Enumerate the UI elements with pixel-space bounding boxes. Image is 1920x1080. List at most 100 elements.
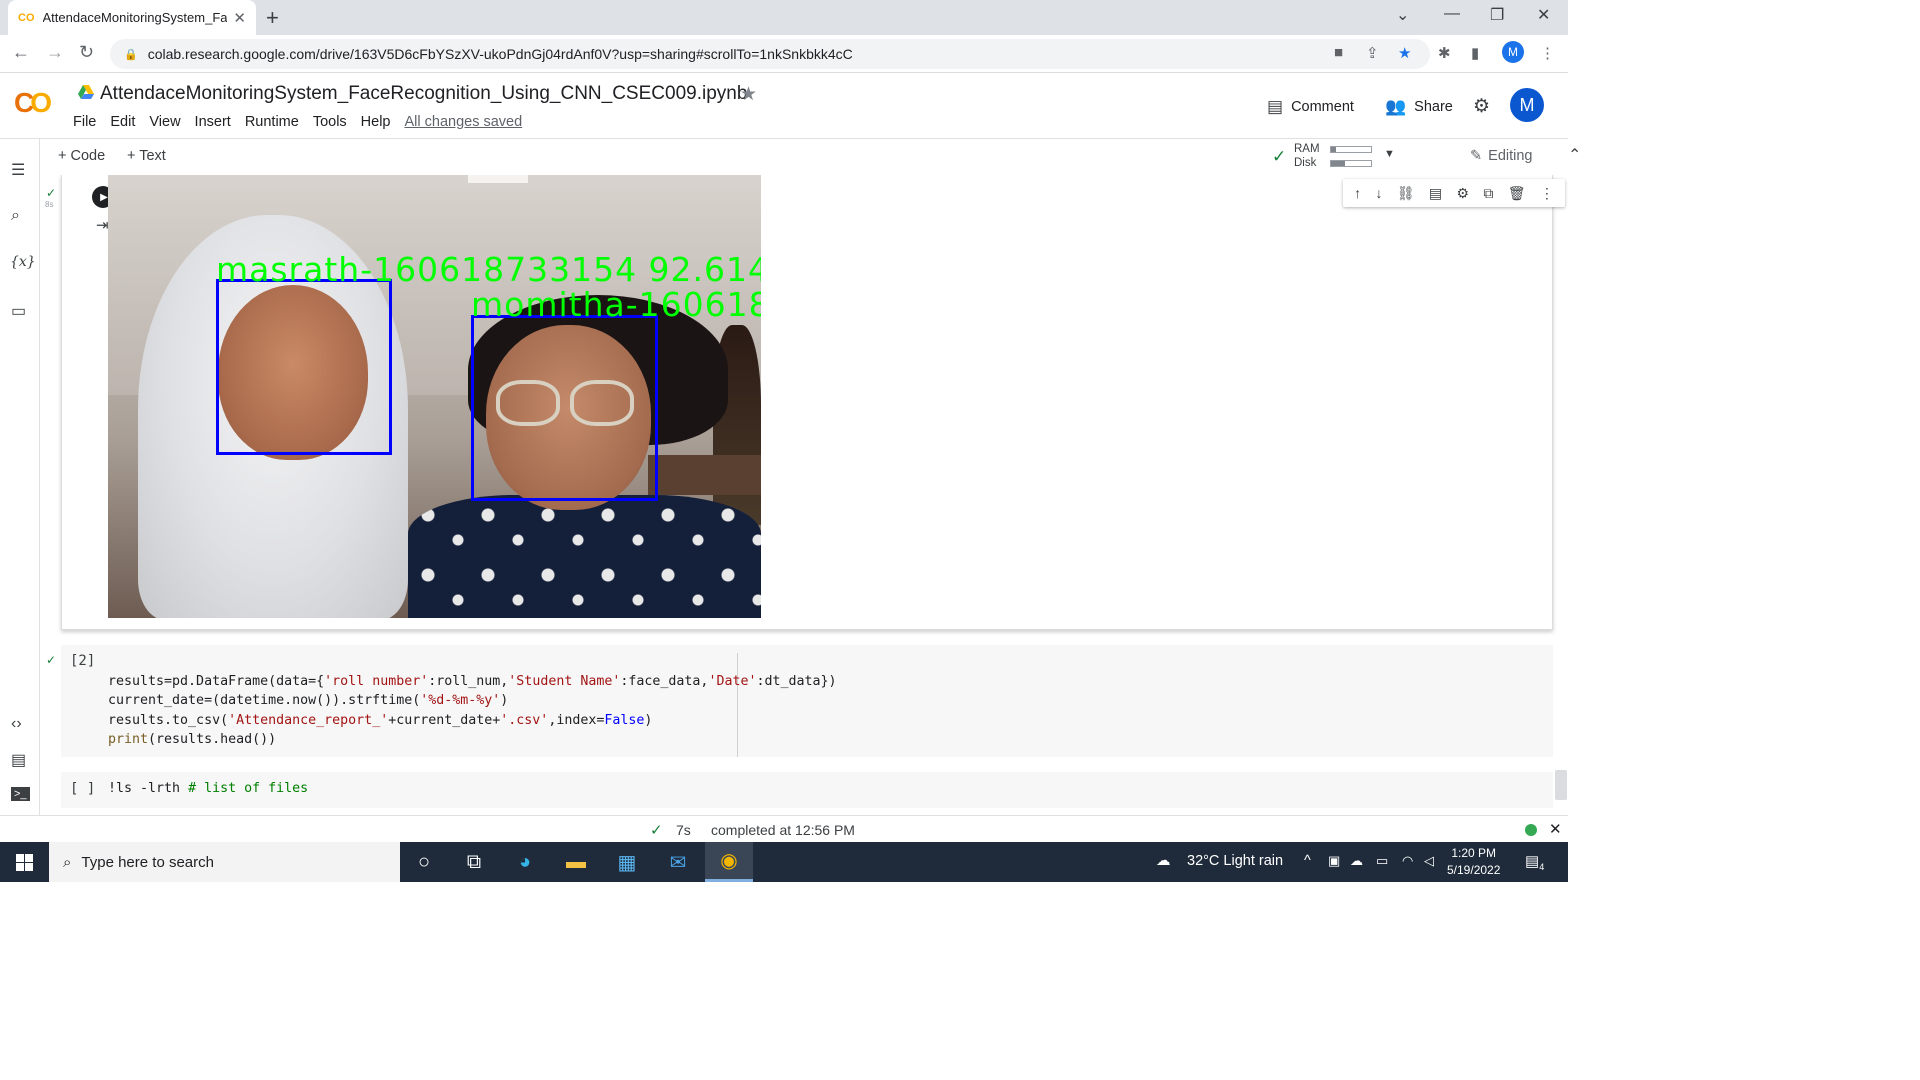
minimize-button[interactable]: — (1444, 5, 1460, 23)
mirror-cell-icon[interactable]: ⧉ (1483, 185, 1493, 202)
taskbar-search[interactable]: ⌕ Type here to search (49, 842, 400, 882)
notebook-title[interactable]: AttendaceMonitoringSystem_FaceRecognitio… (100, 83, 747, 105)
share-button[interactable]: 👥 Share (1385, 97, 1453, 117)
delete-cell-icon[interactable]: 🗑 (1508, 185, 1526, 202)
menu-file[interactable]: File (73, 114, 96, 130)
notifications-icon[interactable]: ▤4 (1525, 852, 1544, 872)
edge-browser-icon[interactable]: ◕ (501, 842, 549, 882)
editing-mode-button[interactable]: ✎ Editing (1470, 148, 1533, 164)
output-cell[interactable]: ▶ ⇥ masrath-160618733154 92.614 momitha-… (61, 175, 1565, 630)
add-code-button[interactable]: + Code (58, 148, 105, 164)
notebook-area: ✓ 8s ▶ ⇥ masrath-160618733154 92.614 mom… (41, 175, 1568, 815)
add-text-button[interactable]: + Text (127, 148, 166, 164)
link-icon[interactable]: ⛓ (1397, 185, 1415, 202)
menu-insert[interactable]: Insert (195, 114, 231, 130)
bookmark-star-icon[interactable]: ★ (1398, 44, 1411, 62)
code-snippets-icon[interactable]: ‹› (11, 715, 22, 733)
address-bar[interactable]: 🔒 colab.research.google.com/drive/163V5D… (110, 39, 1430, 69)
chrome-icon[interactable]: ◉ (705, 842, 753, 882)
close-tab-icon[interactable]: ✕ (233, 9, 246, 27)
comment-button[interactable]: ▤ Comment (1267, 97, 1354, 117)
cell-toolbar: ↑ ↓ ⛓ ▤ ⚙ ⧉ 🗑 ⋮ (1343, 179, 1565, 207)
colab-favicon-icon: CO (18, 11, 35, 24)
code-cell-3[interactable]: [ ] !ls -lrth # list of files (61, 772, 1553, 808)
status-check-icon: ✓ (650, 822, 663, 839)
notebook-scrollbar[interactable] (1555, 770, 1567, 800)
code-editor-3[interactable]: !ls -lrth # list of files (108, 781, 308, 796)
extensions-icon[interactable]: ✱ (1438, 44, 1451, 62)
more-options-icon[interactable]: ⋮ (1540, 185, 1554, 202)
forward-button[interactable]: → (46, 42, 64, 63)
face-label-2: momitha-160618 (471, 285, 761, 324)
resources-indicator[interactable]: ✓ RAM Disk ▼ (1272, 141, 1442, 171)
meet-now-icon[interactable]: ▣ (1328, 853, 1340, 869)
side-panel-icon[interactable]: ▮ (1471, 44, 1479, 62)
battery-icon[interactable]: ▭ (1376, 853, 1388, 869)
cortana-icon[interactable]: ○ (400, 842, 448, 882)
comment-icon: ▤ (1267, 97, 1284, 116)
microsoft-store-icon[interactable]: ▦ (603, 842, 651, 882)
taskbar-clock[interactable]: 1:20 PM 5/19/2022 (1447, 845, 1500, 879)
clock-time: 1:20 PM (1451, 846, 1497, 860)
menu-bar: File Edit View Insert Runtime Tools Help… (73, 114, 522, 130)
task-view-icon[interactable]: ⧉ (450, 842, 498, 882)
wifi-icon[interactable]: ◠ (1402, 853, 1413, 869)
move-down-icon[interactable]: ↓ (1375, 185, 1382, 201)
browser-tab[interactable]: CO AttendaceMonitoringSystem_Fac ✕ (8, 0, 256, 35)
camera-icon[interactable]: ■ (1334, 44, 1343, 61)
command-palette-icon[interactable]: ▤ (11, 750, 26, 770)
menu-tools[interactable]: Tools (313, 114, 347, 130)
account-avatar[interactable]: M (1510, 88, 1544, 122)
share-page-icon[interactable]: ⇪ (1366, 44, 1379, 62)
share-label: Share (1414, 99, 1453, 115)
comment-label: Comment (1291, 99, 1354, 115)
settings-gear-icon[interactable]: ⚙ (1473, 95, 1490, 118)
cell-settings-icon[interactable]: ⚙ (1456, 185, 1469, 202)
code-editor[interactable]: results=pd.DataFrame(data={'roll number'… (108, 672, 837, 749)
mail-icon[interactable]: ✉ (654, 842, 702, 882)
reload-button[interactable]: ↻ (79, 42, 94, 63)
restore-button[interactable]: ❐ (1490, 5, 1504, 25)
status-message[interactable]: completed at 12:56 PM (711, 822, 855, 838)
onedrive-icon[interactable]: ☁ (1350, 853, 1363, 869)
menu-view[interactable]: View (149, 114, 180, 130)
close-status-icon[interactable]: ✕ (1549, 820, 1562, 838)
output-actions-icon[interactable]: ⇥ (96, 216, 109, 234)
file-explorer-icon[interactable]: ▬ (552, 842, 600, 882)
runtime-connected-dot (1525, 824, 1537, 836)
star-notebook-icon[interactable]: ★ (740, 83, 757, 106)
move-up-icon[interactable]: ↑ (1354, 185, 1361, 201)
back-button[interactable]: ← (12, 42, 30, 63)
photo-person2-body (408, 495, 761, 618)
chevron-down-icon[interactable]: ▼ (1384, 148, 1395, 160)
save-status[interactable]: All changes saved (405, 114, 523, 130)
comment-cell-icon[interactable]: ▤ (1429, 185, 1442, 202)
windows-start-icon[interactable] (16, 854, 33, 871)
search-icon[interactable]: ⌕ (11, 207, 20, 225)
search-placeholder: Type here to search (81, 853, 214, 871)
volume-icon[interactable]: ◁ (1424, 853, 1434, 869)
exec-count: [2] (70, 653, 96, 669)
menu-help[interactable]: Help (361, 114, 391, 130)
cell-success-check-icon: ✓ (46, 186, 57, 200)
weather-cloud-icon[interactable]: ☁ (1156, 853, 1171, 869)
new-tab-button[interactable]: + (266, 5, 279, 31)
table-of-contents-icon[interactable]: ☰ (11, 160, 25, 180)
files-folder-icon[interactable]: ▭ (11, 301, 26, 321)
menu-edit[interactable]: Edit (110, 114, 135, 130)
close-window-button[interactable]: ✕ (1537, 5, 1550, 25)
url-text: colab.research.google.com/drive/163V5D6c… (147, 46, 853, 62)
cell2-success-check-icon: ✓ (46, 653, 57, 667)
browser-profile-avatar[interactable]: M (1502, 41, 1524, 63)
weather-text[interactable]: 32°C Light rain (1187, 853, 1283, 869)
browser-menu-icon[interactable]: ⋮ (1540, 44, 1555, 62)
code-cell-2[interactable]: [2] results=pd.DataFrame(data={'roll num… (61, 645, 1553, 757)
variables-icon[interactable]: {x} (10, 254, 36, 270)
tab-search-icon[interactable]: ⌄ (1396, 5, 1409, 25)
code-command: !ls -lrth (108, 781, 189, 796)
collapse-header-icon[interactable]: ⌃ (1568, 145, 1581, 165)
terminal-icon[interactable]: >_ (11, 787, 30, 801)
colab-logo[interactable]: CO (14, 87, 52, 119)
menu-runtime[interactable]: Runtime (245, 114, 299, 130)
show-hidden-icons-icon[interactable]: ^ (1304, 853, 1311, 869)
